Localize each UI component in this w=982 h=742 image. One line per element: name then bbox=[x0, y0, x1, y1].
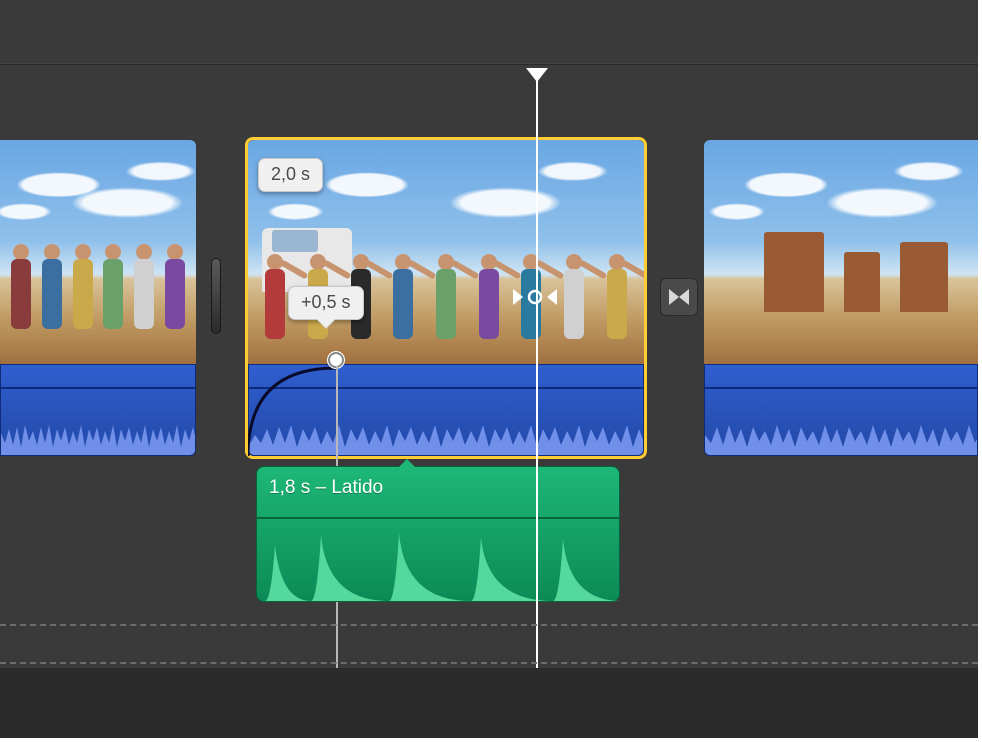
clip-thumbnail bbox=[704, 140, 978, 364]
bottom-area bbox=[0, 668, 978, 738]
clip-audio-track[interactable] bbox=[704, 364, 978, 456]
drop-zone-line bbox=[0, 624, 978, 626]
audio-link-notch bbox=[397, 459, 417, 469]
panel-divider bbox=[0, 64, 978, 65]
volume-line[interactable] bbox=[257, 517, 619, 519]
clip-thumbnail bbox=[0, 140, 196, 364]
clip-audio-track[interactable] bbox=[248, 364, 644, 456]
clip-duration-badge: 2,0 s bbox=[258, 158, 323, 192]
detached-audio-clip[interactable]: 1,8 s – Latido bbox=[256, 466, 620, 602]
audio-waveform bbox=[257, 525, 621, 601]
clip-gap-handle[interactable] bbox=[209, 256, 223, 336]
audio-clip-label: 1,8 s – Latido bbox=[269, 477, 383, 499]
clip-audio-track[interactable] bbox=[0, 364, 196, 456]
trim-handle-icon[interactable] bbox=[513, 286, 557, 308]
timeline-stage: 2,0 s +0,5 s 1,8 s – Latido bbox=[0, 0, 978, 737]
video-clip-1[interactable] bbox=[0, 140, 196, 456]
transition-icon[interactable] bbox=[660, 278, 698, 316]
fade-offset-badge: +0,5 s bbox=[288, 286, 364, 320]
drop-zone-line bbox=[0, 662, 978, 664]
video-clip-3[interactable] bbox=[704, 140, 978, 456]
